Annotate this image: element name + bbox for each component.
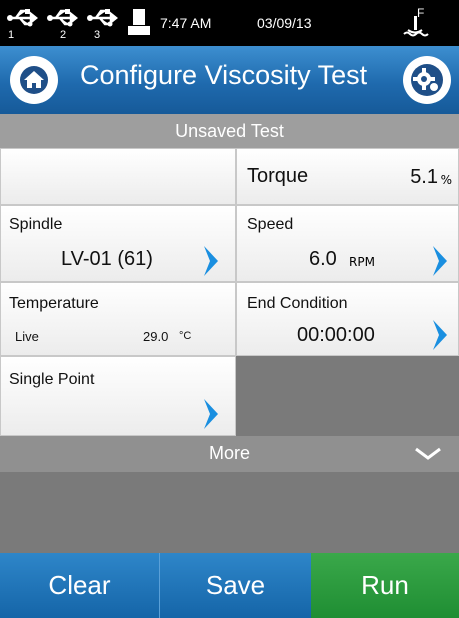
empty-tile: [0, 148, 236, 205]
usb-port-number: 3: [94, 29, 101, 41]
torque-label: Torque: [247, 165, 309, 187]
save-button[interactable]: Save: [159, 553, 311, 618]
chevron-down-icon: [415, 447, 441, 460]
temperature-probe-icon: F: [400, 6, 430, 40]
home-button[interactable]: [10, 56, 58, 104]
title-bar: Configure Viscosity Test: [0, 46, 459, 114]
more-bar[interactable]: More: [0, 436, 459, 472]
speed-unit: RPM: [349, 255, 375, 269]
temperature-value: 29.0: [143, 329, 169, 344]
speed-value: 6.0: [309, 248, 337, 270]
chevron-right-icon: [433, 320, 447, 350]
usb-port-number: 1: [8, 29, 15, 41]
clear-button[interactable]: Clear: [0, 553, 159, 618]
end-condition-value: 00:00:00: [297, 324, 375, 346]
spindle-value: LV-01 (61): [61, 248, 153, 270]
home-icon: [20, 66, 48, 94]
torque-value: 5.1: [410, 166, 438, 188]
temperature-label: Temperature: [9, 295, 99, 312]
usb-port-1-icon: 1: [6, 7, 46, 41]
spindle-label: Spindle: [9, 216, 63, 233]
status-time: 7:47 AM: [160, 15, 212, 31]
usb-port-2-icon: 2: [46, 7, 86, 41]
test-status-bar: Unsaved Test: [0, 114, 459, 148]
chevron-right-icon: [204, 399, 218, 429]
temperature-unit: °C: [179, 330, 192, 342]
usb-port-3-icon: 3: [86, 7, 126, 41]
temperature-mode: Live: [15, 329, 39, 344]
torque-unit: %: [440, 173, 452, 187]
status-date: 03/09/13: [257, 15, 312, 31]
speed-label: Speed: [247, 216, 294, 233]
run-button[interactable]: Run: [311, 553, 459, 618]
single-point-tile[interactable]: Single Point: [0, 356, 236, 436]
torque-tile: Torque 5.1 %: [236, 148, 459, 205]
temperature-tile[interactable]: Temperature Live 29.0 °C: [0, 282, 236, 356]
spindle-tile[interactable]: Spindle LV-01 (61): [0, 205, 236, 282]
printer-icon: [128, 9, 150, 35]
chevron-right-icon: [204, 246, 218, 276]
end-condition-tile[interactable]: End Condition 00:00:00: [236, 282, 459, 356]
gear-icon: [411, 64, 443, 96]
probe-label: F: [417, 6, 425, 20]
more-label: More: [209, 443, 251, 463]
single-point-label: Single Point: [9, 371, 95, 388]
settings-button[interactable]: [403, 56, 451, 104]
status-bar: 1 2 3 7:47 AM 03/09/13 F: [0, 0, 459, 46]
end-condition-label: End Condition: [247, 295, 348, 312]
chevron-right-icon: [433, 246, 447, 276]
usb-port-number: 2: [60, 29, 67, 41]
speed-tile[interactable]: Speed 6.0 RPM: [236, 205, 459, 282]
page-title: Configure Viscosity Test: [80, 60, 368, 90]
